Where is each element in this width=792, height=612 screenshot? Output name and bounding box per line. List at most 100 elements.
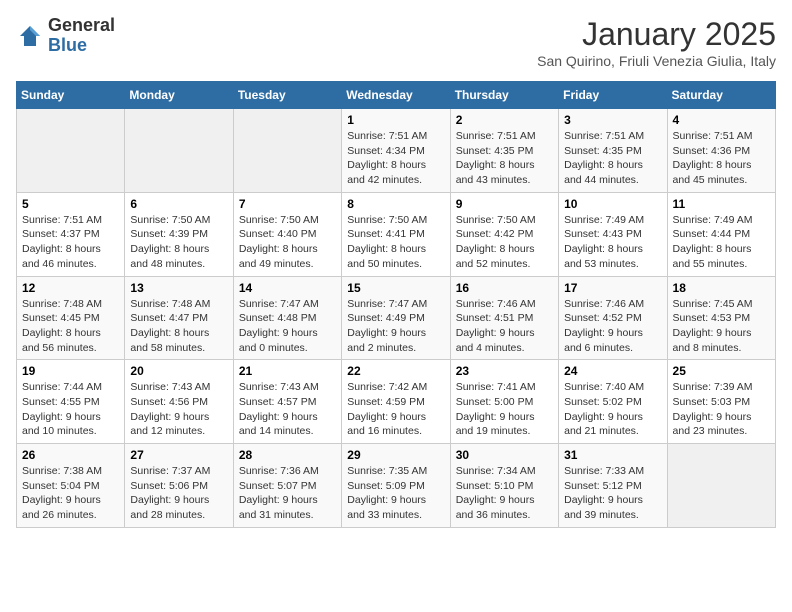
calendar-cell: 13 Sunrise: 7:48 AMSunset: 4:47 PMDaylig…	[125, 276, 233, 360]
day-number: 7	[239, 197, 336, 211]
day-info: Sunrise: 7:35 AMSunset: 5:09 PMDaylight:…	[347, 464, 444, 523]
day-number: 30	[456, 448, 553, 462]
day-info: Sunrise: 7:50 AMSunset: 4:42 PMDaylight:…	[456, 213, 553, 272]
day-info: Sunrise: 7:51 AMSunset: 4:36 PMDaylight:…	[673, 129, 770, 188]
calendar-cell: 2 Sunrise: 7:51 AMSunset: 4:35 PMDayligh…	[450, 109, 558, 193]
day-number: 17	[564, 281, 661, 295]
calendar-cell: 1 Sunrise: 7:51 AMSunset: 4:34 PMDayligh…	[342, 109, 450, 193]
calendar-cell: 27 Sunrise: 7:37 AMSunset: 5:06 PMDaylig…	[125, 444, 233, 528]
day-info: Sunrise: 7:50 AMSunset: 4:39 PMDaylight:…	[130, 213, 227, 272]
day-info: Sunrise: 7:47 AMSunset: 4:48 PMDaylight:…	[239, 297, 336, 356]
day-info: Sunrise: 7:41 AMSunset: 5:00 PMDaylight:…	[456, 380, 553, 439]
calendar-cell	[667, 444, 775, 528]
title-block: January 2025 San Quirino, Friuli Venezia…	[537, 16, 776, 69]
calendar-cell: 31 Sunrise: 7:33 AMSunset: 5:12 PMDaylig…	[559, 444, 667, 528]
day-info: Sunrise: 7:48 AMSunset: 4:45 PMDaylight:…	[22, 297, 119, 356]
logo-general-text: General	[48, 15, 115, 35]
calendar-cell: 6 Sunrise: 7:50 AMSunset: 4:39 PMDayligh…	[125, 192, 233, 276]
calendar-week-row: 12 Sunrise: 7:48 AMSunset: 4:45 PMDaylig…	[17, 276, 776, 360]
day-number: 18	[673, 281, 770, 295]
day-number: 10	[564, 197, 661, 211]
day-info: Sunrise: 7:38 AMSunset: 5:04 PMDaylight:…	[22, 464, 119, 523]
day-of-week-header: Sunday	[17, 82, 125, 109]
calendar-cell	[17, 109, 125, 193]
day-of-week-header: Tuesday	[233, 82, 341, 109]
day-number: 12	[22, 281, 119, 295]
day-number: 25	[673, 364, 770, 378]
day-info: Sunrise: 7:36 AMSunset: 5:07 PMDaylight:…	[239, 464, 336, 523]
day-number: 3	[564, 113, 661, 127]
calendar-cell: 28 Sunrise: 7:36 AMSunset: 5:07 PMDaylig…	[233, 444, 341, 528]
calendar-cell: 17 Sunrise: 7:46 AMSunset: 4:52 PMDaylig…	[559, 276, 667, 360]
calendar-cell: 23 Sunrise: 7:41 AMSunset: 5:00 PMDaylig…	[450, 360, 558, 444]
day-number: 26	[22, 448, 119, 462]
calendar-week-row: 19 Sunrise: 7:44 AMSunset: 4:55 PMDaylig…	[17, 360, 776, 444]
calendar-cell	[233, 109, 341, 193]
location-subtitle: San Quirino, Friuli Venezia Giulia, Ital…	[537, 53, 776, 69]
calendar-cell	[125, 109, 233, 193]
day-number: 2	[456, 113, 553, 127]
day-number: 24	[564, 364, 661, 378]
calendar-table: SundayMondayTuesdayWednesdayThursdayFrid…	[16, 81, 776, 528]
calendar-cell: 21 Sunrise: 7:43 AMSunset: 4:57 PMDaylig…	[233, 360, 341, 444]
day-info: Sunrise: 7:40 AMSunset: 5:02 PMDaylight:…	[564, 380, 661, 439]
day-of-week-header: Monday	[125, 82, 233, 109]
day-info: Sunrise: 7:45 AMSunset: 4:53 PMDaylight:…	[673, 297, 770, 356]
day-info: Sunrise: 7:49 AMSunset: 4:43 PMDaylight:…	[564, 213, 661, 272]
calendar-cell: 14 Sunrise: 7:47 AMSunset: 4:48 PMDaylig…	[233, 276, 341, 360]
calendar-week-row: 5 Sunrise: 7:51 AMSunset: 4:37 PMDayligh…	[17, 192, 776, 276]
day-number: 15	[347, 281, 444, 295]
day-info: Sunrise: 7:49 AMSunset: 4:44 PMDaylight:…	[673, 213, 770, 272]
day-number: 22	[347, 364, 444, 378]
month-title: January 2025	[537, 16, 776, 53]
calendar-cell: 5 Sunrise: 7:51 AMSunset: 4:37 PMDayligh…	[17, 192, 125, 276]
day-number: 8	[347, 197, 444, 211]
day-info: Sunrise: 7:46 AMSunset: 4:51 PMDaylight:…	[456, 297, 553, 356]
logo-icon	[16, 22, 44, 50]
calendar-week-row: 26 Sunrise: 7:38 AMSunset: 5:04 PMDaylig…	[17, 444, 776, 528]
calendar-cell: 3 Sunrise: 7:51 AMSunset: 4:35 PMDayligh…	[559, 109, 667, 193]
day-number: 23	[456, 364, 553, 378]
day-number: 9	[456, 197, 553, 211]
page-header: General Blue January 2025 San Quirino, F…	[16, 16, 776, 69]
day-info: Sunrise: 7:39 AMSunset: 5:03 PMDaylight:…	[673, 380, 770, 439]
calendar-cell: 12 Sunrise: 7:48 AMSunset: 4:45 PMDaylig…	[17, 276, 125, 360]
day-number: 29	[347, 448, 444, 462]
calendar-cell: 20 Sunrise: 7:43 AMSunset: 4:56 PMDaylig…	[125, 360, 233, 444]
calendar-cell: 16 Sunrise: 7:46 AMSunset: 4:51 PMDaylig…	[450, 276, 558, 360]
day-of-week-header: Friday	[559, 82, 667, 109]
day-info: Sunrise: 7:51 AMSunset: 4:35 PMDaylight:…	[456, 129, 553, 188]
calendar-cell: 24 Sunrise: 7:40 AMSunset: 5:02 PMDaylig…	[559, 360, 667, 444]
day-info: Sunrise: 7:43 AMSunset: 4:56 PMDaylight:…	[130, 380, 227, 439]
day-info: Sunrise: 7:34 AMSunset: 5:10 PMDaylight:…	[456, 464, 553, 523]
day-of-week-header: Thursday	[450, 82, 558, 109]
day-info: Sunrise: 7:51 AMSunset: 4:35 PMDaylight:…	[564, 129, 661, 188]
day-info: Sunrise: 7:37 AMSunset: 5:06 PMDaylight:…	[130, 464, 227, 523]
calendar-cell: 10 Sunrise: 7:49 AMSunset: 4:43 PMDaylig…	[559, 192, 667, 276]
day-number: 14	[239, 281, 336, 295]
day-number: 27	[130, 448, 227, 462]
day-number: 11	[673, 197, 770, 211]
calendar-cell: 19 Sunrise: 7:44 AMSunset: 4:55 PMDaylig…	[17, 360, 125, 444]
day-number: 13	[130, 281, 227, 295]
calendar-cell: 30 Sunrise: 7:34 AMSunset: 5:10 PMDaylig…	[450, 444, 558, 528]
logo: General Blue	[16, 16, 115, 56]
day-info: Sunrise: 7:47 AMSunset: 4:49 PMDaylight:…	[347, 297, 444, 356]
calendar-cell: 18 Sunrise: 7:45 AMSunset: 4:53 PMDaylig…	[667, 276, 775, 360]
calendar-cell: 22 Sunrise: 7:42 AMSunset: 4:59 PMDaylig…	[342, 360, 450, 444]
calendar-cell: 4 Sunrise: 7:51 AMSunset: 4:36 PMDayligh…	[667, 109, 775, 193]
day-info: Sunrise: 7:44 AMSunset: 4:55 PMDaylight:…	[22, 380, 119, 439]
day-number: 4	[673, 113, 770, 127]
calendar-cell: 15 Sunrise: 7:47 AMSunset: 4:49 PMDaylig…	[342, 276, 450, 360]
day-number: 1	[347, 113, 444, 127]
day-number: 28	[239, 448, 336, 462]
day-number: 21	[239, 364, 336, 378]
day-number: 5	[22, 197, 119, 211]
calendar-cell: 25 Sunrise: 7:39 AMSunset: 5:03 PMDaylig…	[667, 360, 775, 444]
day-info: Sunrise: 7:50 AMSunset: 4:41 PMDaylight:…	[347, 213, 444, 272]
day-number: 20	[130, 364, 227, 378]
day-info: Sunrise: 7:42 AMSunset: 4:59 PMDaylight:…	[347, 380, 444, 439]
day-number: 31	[564, 448, 661, 462]
calendar-cell: 9 Sunrise: 7:50 AMSunset: 4:42 PMDayligh…	[450, 192, 558, 276]
calendar-cell: 7 Sunrise: 7:50 AMSunset: 4:40 PMDayligh…	[233, 192, 341, 276]
